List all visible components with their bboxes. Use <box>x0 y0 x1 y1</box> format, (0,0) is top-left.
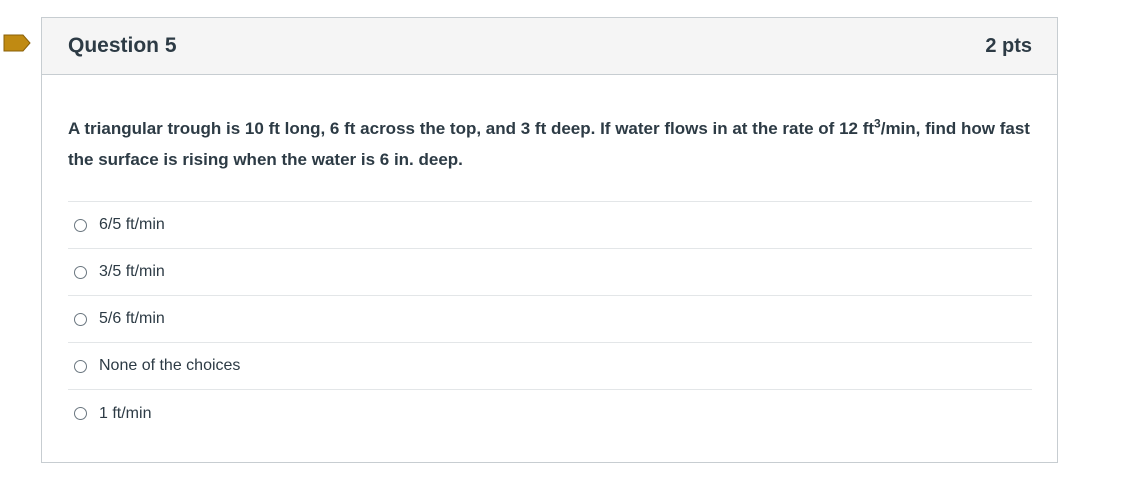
question-body: A triangular trough is 10 ft long, 6 ft … <box>42 75 1057 437</box>
answer-label[interactable]: None of the choices <box>99 357 240 375</box>
radio-button[interactable] <box>74 218 87 232</box>
question-points: 2 pts <box>985 34 1032 57</box>
question-title: Question 5 <box>68 34 177 57</box>
radio-button[interactable] <box>74 312 87 326</box>
answer-option[interactable]: None of the choices <box>68 343 1032 390</box>
answer-label[interactable]: 6/5 ft/min <box>99 216 165 234</box>
answer-label[interactable]: 3/5 ft/min <box>99 263 165 281</box>
flag-icon[interactable] <box>3 34 31 52</box>
question-text-prefix: A triangular trough is 10 ft long, 6 ft … <box>68 119 875 138</box>
radio-button[interactable] <box>74 407 87 420</box>
answer-label[interactable]: 5/6 ft/min <box>99 310 165 328</box>
question-text-superscript: 3 <box>874 116 881 131</box>
radio-button[interactable] <box>74 359 87 373</box>
answer-option[interactable]: 1 ft/min <box>68 390 1032 437</box>
radio-button[interactable] <box>74 265 87 279</box>
answer-list: 6/5 ft/min 3/5 ft/min 5/6 ft/min None of… <box>68 201 1032 437</box>
answer-label[interactable]: 1 ft/min <box>99 405 151 423</box>
question-text: A triangular trough is 10 ft long, 6 ft … <box>68 113 1032 175</box>
answer-option[interactable]: 5/6 ft/min <box>68 296 1032 343</box>
answer-option[interactable]: 3/5 ft/min <box>68 249 1032 296</box>
answer-option[interactable]: 6/5 ft/min <box>68 202 1032 249</box>
question-header: Question 5 2 pts <box>42 18 1057 75</box>
question-card: Question 5 2 pts A triangular trough is … <box>41 17 1058 463</box>
